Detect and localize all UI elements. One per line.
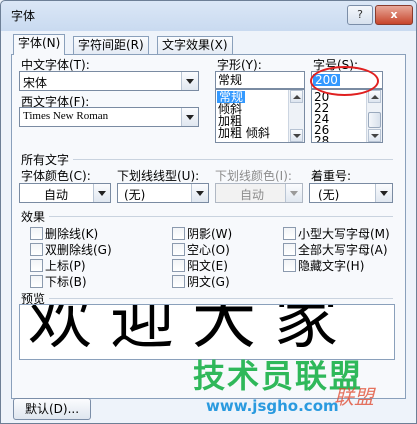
help-button[interactable]: ? bbox=[347, 5, 373, 25]
chevron-down-icon[interactable] bbox=[93, 184, 110, 202]
title-bar: 字体 ? x bbox=[1, 1, 416, 31]
scroll-up-icon[interactable] bbox=[368, 90, 381, 103]
emboss-label: 阳文(E) bbox=[187, 259, 228, 273]
outline-checkbox[interactable] bbox=[172, 243, 185, 256]
all-text-section-label: 所有文字 bbox=[21, 153, 70, 167]
tab-font[interactable]: 字体(N) bbox=[13, 34, 66, 55]
double-strikethrough-label: 双删除线(G) bbox=[45, 243, 112, 257]
annotation-circle bbox=[310, 66, 379, 96]
underline-color-label: 下划线颜色(I): bbox=[215, 169, 292, 183]
emphasis-mark-select[interactable]: (无) bbox=[309, 183, 393, 203]
small-caps-label: 小型大写字母(M) bbox=[298, 227, 390, 241]
tab-character-spacing[interactable]: 字符间距(R) bbox=[73, 36, 149, 54]
strikethrough-checkbox[interactable] bbox=[30, 227, 43, 240]
chevron-down-icon[interactable] bbox=[191, 184, 208, 202]
underline-style-select[interactable]: (无) bbox=[117, 183, 209, 203]
divider bbox=[49, 216, 393, 217]
font-dialog: 字体 ? x 字体(N) 字符间距(R) 文字效果(X) 中文字体(T): 宋体… bbox=[0, 0, 417, 424]
small-caps-checkbox[interactable] bbox=[283, 227, 296, 240]
all-caps-label: 全部大写字母(A) bbox=[298, 243, 388, 257]
strikethrough-label: 删除线(K) bbox=[45, 227, 99, 241]
subscript-checkbox[interactable] bbox=[30, 275, 43, 288]
font-color-label: 字体颜色(C): bbox=[21, 169, 91, 183]
hidden-text-checkbox[interactable] bbox=[283, 259, 296, 272]
font-color-value: 自动 bbox=[44, 188, 69, 202]
double-strikethrough-checkbox[interactable] bbox=[30, 243, 43, 256]
watermark-secondary-text: 联盟 bbox=[334, 385, 374, 409]
superscript-checkbox[interactable] bbox=[30, 259, 43, 272]
emphasis-mark-label: 着重号: bbox=[311, 169, 352, 183]
chinese-font-select[interactable]: 宋体 bbox=[19, 71, 199, 91]
watermark-url: www.jsgho.com bbox=[206, 397, 339, 415]
font-style-input[interactable]: 常规 bbox=[215, 71, 305, 89]
engrave-checkbox[interactable] bbox=[172, 275, 185, 288]
effects-section-label: 效果 bbox=[21, 210, 46, 224]
tab-text-effects[interactable]: 文字效果(X) bbox=[157, 36, 233, 54]
chevron-down-icon[interactable] bbox=[181, 72, 198, 90]
shadow-label: 阴影(W) bbox=[187, 227, 233, 241]
emboss-checkbox[interactable] bbox=[172, 259, 185, 272]
size-list-scrollbar[interactable] bbox=[366, 90, 382, 142]
list-item[interactable]: 加粗 倾斜 bbox=[218, 127, 270, 139]
shadow-checkbox[interactable] bbox=[172, 227, 185, 240]
subscript-label: 下标(B) bbox=[45, 275, 87, 289]
divider bbox=[73, 159, 393, 160]
all-caps-checkbox[interactable] bbox=[283, 243, 296, 256]
scroll-down-icon[interactable] bbox=[368, 129, 381, 142]
western-font-value: Times New Roman bbox=[23, 110, 109, 122]
list-item[interactable]: 28 bbox=[314, 135, 329, 142]
font-size-list[interactable]: 20 22 24 26 28 bbox=[311, 89, 383, 143]
scroll-up-icon[interactable] bbox=[290, 90, 303, 103]
divider bbox=[49, 298, 393, 299]
font-color-select[interactable]: 自动 bbox=[19, 183, 111, 203]
underline-style-label: 下划线线型(U): bbox=[117, 169, 200, 183]
preview-sample-text: 欢迎大家 bbox=[28, 304, 356, 358]
underline-color-select: 自动 bbox=[215, 183, 303, 203]
underline-color-value: 自动 bbox=[240, 188, 265, 202]
emphasis-mark-value: (无) bbox=[318, 188, 340, 202]
default-button[interactable]: 默认(D)... bbox=[13, 398, 91, 420]
dialog-title: 字体 bbox=[11, 9, 36, 23]
font-style-value: 常规 bbox=[218, 73, 243, 87]
scroll-thumb[interactable] bbox=[368, 112, 381, 128]
outline-label: 空心(O) bbox=[187, 243, 230, 257]
engrave-label: 阴文(G) bbox=[187, 275, 230, 289]
style-list-scrollbar[interactable] bbox=[288, 90, 304, 142]
hidden-text-label: 隐藏文字(H) bbox=[298, 259, 365, 273]
chevron-down-icon[interactable] bbox=[375, 184, 392, 202]
chevron-down-icon[interactable] bbox=[181, 108, 198, 126]
superscript-label: 上标(P) bbox=[45, 259, 86, 273]
underline-style-value: (无) bbox=[124, 188, 146, 202]
font-style-list[interactable]: 常规 倾斜 加粗 加粗 倾斜 bbox=[215, 89, 305, 143]
chevron-down-icon bbox=[285, 184, 302, 202]
chinese-font-value: 宋体 bbox=[23, 76, 48, 90]
western-font-select[interactable]: Times New Roman bbox=[19, 107, 199, 127]
scroll-down-icon[interactable] bbox=[290, 129, 303, 142]
close-button[interactable]: x bbox=[375, 5, 413, 25]
